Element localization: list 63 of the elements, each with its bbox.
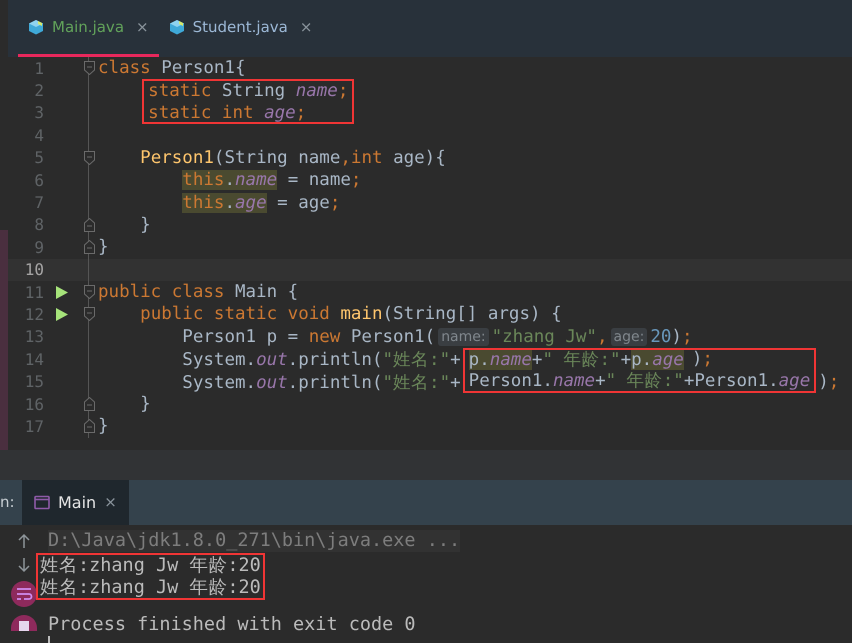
code-text: this.name = name; (181, 170, 362, 190)
code-text: ); (692, 349, 713, 370)
code-text: } (139, 214, 151, 235)
fold-icon[interactable] (84, 397, 94, 412)
fold-icon[interactable] (84, 240, 94, 254)
fold-icon[interactable] (84, 307, 94, 322)
code-text: Person1(String name,int age){ (139, 148, 446, 168)
line-number: 15 (24, 372, 44, 392)
parameter-hint: age: (610, 328, 648, 346)
scroll-end-icon[interactable] (11, 615, 37, 631)
code-text: 20); (650, 326, 692, 347)
code-text: } (98, 416, 109, 436)
line-number: 9 (33, 238, 44, 257)
line-number: 16 (24, 394, 44, 414)
code-text: static String name; (148, 81, 348, 102)
fold-icon[interactable] (84, 61, 94, 76)
console-line: 姓名:zhang Jw 年龄:20 (40, 555, 261, 576)
code-text: public static void main(String[] args) { (139, 304, 562, 324)
line-number: 1 (33, 58, 44, 78)
line-number: 8 (33, 215, 44, 234)
console-line: Process finished with exit code 0 (48, 614, 417, 636)
code-text: System.out.println("姓名:"+ (181, 372, 461, 394)
run-icon[interactable] (55, 306, 69, 322)
java-file-icon (28, 18, 44, 36)
code-text: static int age; (148, 102, 306, 123)
line-number: 14 (24, 350, 44, 369)
line-number: 5 (33, 148, 44, 168)
fold-icon[interactable] (84, 218, 94, 232)
fold-icon[interactable] (84, 419, 94, 434)
line-number: 4 (33, 126, 44, 145)
code-text: System.out.println("姓名:"+ (181, 349, 461, 372)
line-number: 6 (33, 170, 44, 190)
panel-label: n: (0, 492, 16, 514)
soft-wrap-icon[interactable] (11, 581, 37, 607)
code-text: Person1 p = new Person1( (181, 326, 436, 347)
code-text: this.age = age; (181, 192, 340, 213)
code-text: "zhang Jw", (492, 326, 608, 347)
fold-icon[interactable] (84, 285, 94, 300)
code-text: ); (818, 372, 840, 392)
code-text: } (139, 394, 151, 414)
line-number: 11 (24, 282, 44, 302)
up-arrow-icon[interactable] (17, 533, 31, 549)
fold-icon[interactable] (84, 150, 94, 165)
code-text: } (98, 237, 109, 258)
line-number: 7 (33, 193, 44, 212)
console-line: 姓名:zhang Jw 年龄:20 (40, 576, 261, 598)
line-number: 10 (24, 260, 44, 280)
line-number: 12 (24, 304, 44, 324)
console-icon (34, 495, 50, 510)
code-text: Person1.name+" 年龄:"+Person1.age (468, 371, 810, 392)
code-text: public class Main { (98, 282, 298, 302)
line-number: 3 (33, 103, 44, 122)
line-number: 17 (24, 416, 44, 436)
down-arrow-icon[interactable] (17, 557, 31, 573)
code-text: class Person1{ (98, 58, 246, 78)
file-tab[interactable]: Student.java × (158, 0, 322, 57)
code-text: p.name+" 年龄:"+p.age (468, 350, 684, 370)
line-number: 13 (24, 327, 44, 346)
run-tab[interactable]: Main × (22, 480, 129, 525)
line-number: 2 (33, 81, 44, 100)
java-file-icon (168, 18, 185, 36)
run-icon[interactable] (55, 284, 69, 300)
parameter-hint: name: (438, 328, 489, 346)
